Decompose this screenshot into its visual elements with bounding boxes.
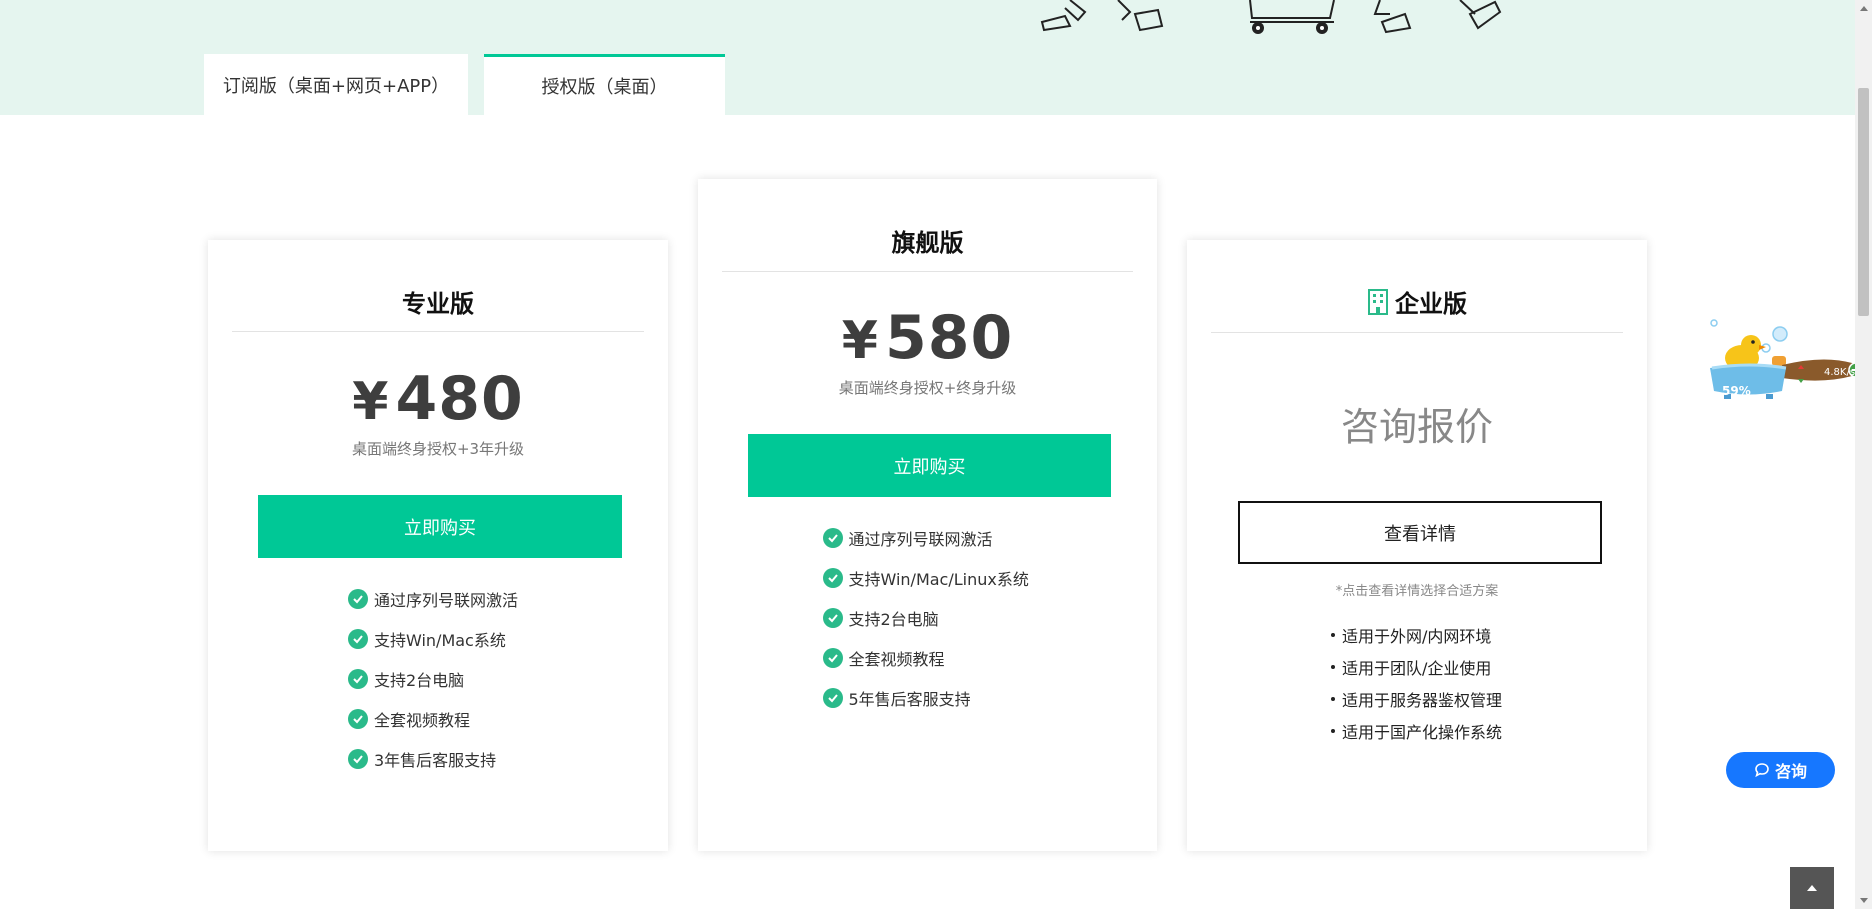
bullet-dot	[1331, 665, 1335, 669]
check-circle-icon	[348, 749, 368, 769]
buy-now-button[interactable]: 立即购买	[748, 434, 1111, 497]
list-item: 支持Win/Mac系统	[348, 619, 528, 659]
check-circle-icon	[348, 669, 368, 689]
feature-list: 通过序列号联网激活 支持Win/Mac系统 支持2台电脑 全套视频教程 3年售后…	[208, 579, 668, 779]
details-note: *点击查看详情选择合适方案	[1335, 584, 1499, 599]
plan-card-flagship: 旗舰版 ¥580 桌面端终身授权+终身升级 立即购买 通过序列号联网激活 支持W…	[698, 179, 1157, 851]
plan-title: 专业版	[402, 290, 474, 318]
bullet-list: 适用于外网/内网环境 适用于团队/企业使用 适用于服务器鉴权管理 适用于国产化操…	[1187, 619, 1647, 747]
building-icon	[1368, 288, 1388, 315]
scroll-down-arrow[interactable]	[1858, 894, 1869, 906]
plan-price: ¥580	[698, 303, 1157, 373]
list-item: 通过序列号联网激活	[822, 518, 1033, 558]
network-speed-widget[interactable]: 59% 4.8K/s 17.4K/s	[1706, 318, 1864, 410]
consult-price-text: 咨询报价	[1340, 405, 1493, 449]
check-circle-icon	[348, 629, 368, 649]
back-to-top-button[interactable]	[1790, 867, 1834, 909]
currency-symbol: ¥	[352, 372, 390, 432]
chat-bubble-icon	[1755, 763, 1769, 778]
list-item: 5年售后客服支持	[822, 678, 1033, 718]
price-note: 桌面端终身授权+终身升级	[838, 379, 1017, 397]
view-details-button[interactable]: 查看详情	[1238, 501, 1602, 564]
check-circle-icon	[822, 528, 843, 548]
check-circle-icon	[822, 608, 843, 628]
price-value: 580	[884, 303, 1014, 373]
check-circle-icon	[822, 648, 843, 668]
plan-title: 企业版	[1187, 284, 1647, 319]
divider	[232, 331, 644, 332]
list-item: 全套视频教程	[348, 699, 528, 739]
price-note: 桌面端终身授权+3年升级	[351, 440, 525, 458]
buy-now-button[interactable]: 立即购买	[258, 495, 622, 558]
list-item: 3年售后客服支持	[348, 739, 528, 779]
tab-license[interactable]: 授权版（桌面）	[484, 54, 725, 115]
list-item: 支持2台电脑	[348, 659, 528, 699]
list-item: 适用于国产化操作系统	[1331, 715, 1503, 747]
list-item: 适用于团队/企业使用	[1331, 651, 1503, 683]
divider	[722, 271, 1133, 272]
currency-symbol: ¥	[841, 311, 879, 371]
check-circle-icon	[822, 688, 843, 708]
plan-price: ¥480	[208, 364, 668, 434]
plan-title: 旗舰版	[891, 229, 964, 257]
feature-list: 通过序列号联网激活 支持Win/Mac/Linux系统 支持2台电脑 全套视频教…	[698, 518, 1157, 718]
caret-up-icon	[1807, 885, 1817, 891]
download-speed: 17.4K/s	[1819, 382, 1857, 393]
bullet-dot	[1331, 729, 1335, 733]
scrollbar-thumb[interactable]	[1858, 88, 1869, 316]
tab-subscription[interactable]: 订阅版（桌面+网页+APP）	[204, 54, 468, 115]
price-value: 480	[395, 364, 524, 434]
check-circle-icon	[348, 589, 368, 609]
plan-card-enterprise: 企业版 咨询报价 查看详情 *点击查看详情选择合适方案 适用于外网/内网环境 适…	[1187, 240, 1647, 851]
divider	[1211, 332, 1623, 333]
bullet-dot	[1331, 697, 1335, 701]
check-circle-icon	[822, 568, 843, 588]
list-item: 支持Win/Mac/Linux系统	[822, 558, 1033, 598]
hero-illustration	[1040, 0, 1502, 34]
plan-card-pro: 专业版 ¥480 桌面端终身授权+3年升级 立即购买 通过序列号联网激活 支持W…	[208, 240, 668, 851]
consult-button[interactable]: 咨询	[1726, 752, 1835, 788]
list-item: 适用于服务器鉴权管理	[1331, 683, 1503, 715]
upload-speed: 4.8K/s	[1824, 367, 1856, 378]
battery-percent: 59%	[1722, 384, 1751, 398]
bullet-dot	[1331, 633, 1335, 637]
scroll-up-arrow[interactable]	[1858, 2, 1869, 14]
list-item: 支持2台电脑	[822, 598, 1033, 638]
list-item: 适用于外网/内网环境	[1331, 619, 1503, 651]
list-item: 全套视频教程	[822, 638, 1033, 678]
check-circle-icon	[348, 709, 368, 729]
list-item: 通过序列号联网激活	[348, 579, 528, 619]
